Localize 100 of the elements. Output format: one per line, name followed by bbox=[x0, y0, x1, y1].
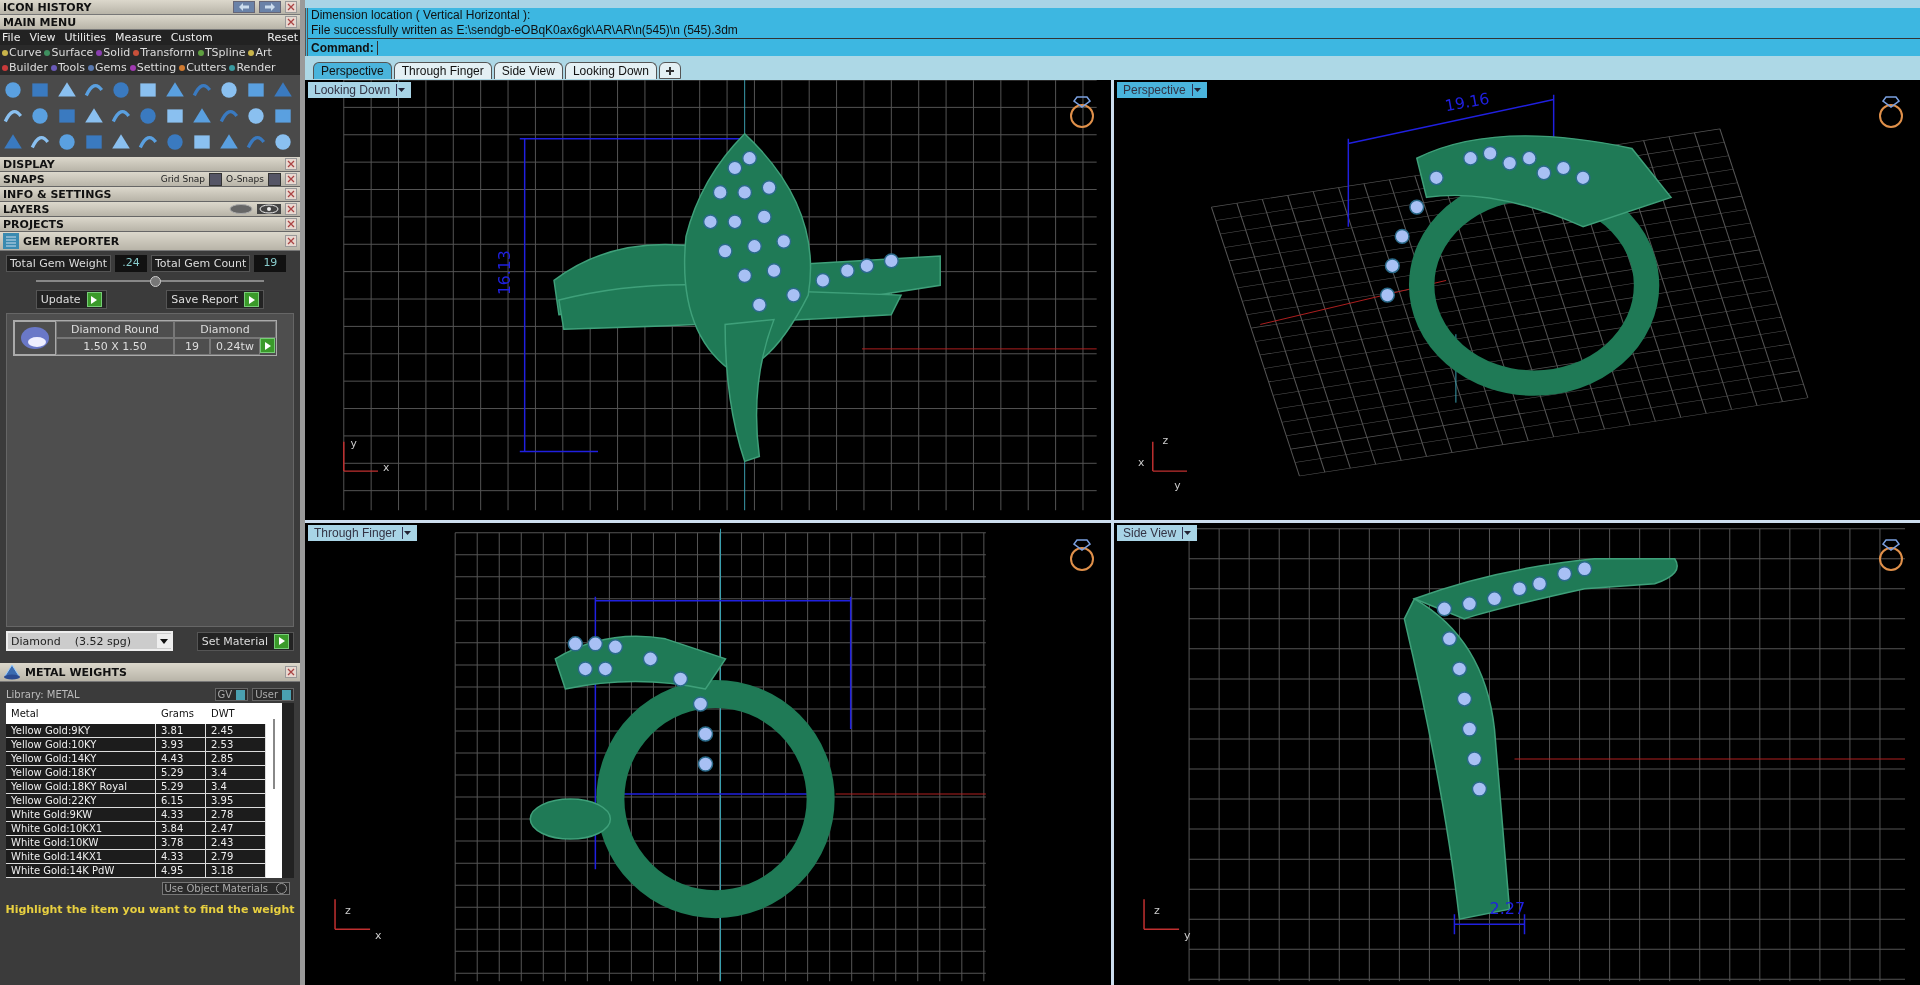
menu-item[interactable]: Utilities bbox=[64, 31, 106, 44]
category-item[interactable]: Gems bbox=[88, 61, 127, 74]
viewport-label[interactable]: Through Finger bbox=[308, 525, 418, 541]
splitter-handle[interactable] bbox=[150, 276, 161, 287]
toolbar-icon[interactable] bbox=[29, 105, 51, 127]
library-toggle[interactable]: GV bbox=[214, 688, 249, 701]
toolbar-icon[interactable] bbox=[110, 79, 132, 101]
viewport-canvas[interactable]: Through Finger z x bbox=[305, 523, 1111, 985]
close-button[interactable] bbox=[285, 203, 297, 215]
category-item[interactable]: Curve bbox=[2, 46, 42, 59]
eye-icon[interactable] bbox=[257, 204, 281, 214]
column-header: Grams bbox=[156, 703, 206, 724]
table-cell[interactable]: White Gold:14KX1 bbox=[6, 850, 156, 864]
panel-title: GEM REPORTER bbox=[23, 234, 121, 248]
view-tab[interactable]: Looking Down bbox=[564, 62, 657, 79]
table-cell: 3.84 bbox=[156, 822, 206, 836]
close-button[interactable] bbox=[285, 188, 297, 200]
viewport-label[interactable]: Looking Down bbox=[308, 82, 412, 98]
category-item[interactable]: Render bbox=[229, 61, 276, 74]
toolbar-icon[interactable] bbox=[56, 131, 78, 153]
report-button[interactable]: Update bbox=[35, 290, 107, 309]
toolbar-icon[interactable] bbox=[272, 131, 294, 153]
table-cell[interactable]: White Gold:10KW bbox=[6, 836, 156, 850]
library-toggle[interactable]: User bbox=[252, 688, 294, 701]
set-material-button[interactable]: Set Material bbox=[196, 631, 294, 651]
table-cell[interactable]: White Gold:9KW bbox=[6, 808, 156, 822]
command-label: Command: bbox=[311, 40, 378, 55]
menu-item[interactable]: Custom bbox=[170, 31, 213, 44]
table-cell[interactable]: Yellow Gold:9KY bbox=[6, 724, 156, 738]
toolbar-icon[interactable] bbox=[2, 79, 24, 101]
scale-icon bbox=[3, 664, 21, 680]
close-button[interactable] bbox=[285, 158, 297, 170]
viewport-label[interactable]: Perspective bbox=[1117, 82, 1207, 98]
category-item[interactable]: Surface bbox=[44, 46, 94, 59]
go-button[interactable] bbox=[260, 338, 275, 353]
menu-item[interactable]: Measure bbox=[114, 31, 162, 44]
scrollbar-thumb[interactable] bbox=[273, 719, 275, 789]
table-cell[interactable]: Yellow Gold:10KY bbox=[6, 738, 156, 752]
viewport-canvas[interactable]: Perspective 19.16 z x y bbox=[1114, 80, 1920, 520]
section-title: INFO & SETTINGS bbox=[3, 187, 113, 201]
toolbar-icon[interactable] bbox=[218, 79, 240, 101]
snap-toggle[interactable] bbox=[209, 172, 223, 186]
reset-menu-item[interactable]: Reset bbox=[267, 31, 298, 44]
stat-value: 19 bbox=[254, 255, 287, 272]
table-cell: 5.29 bbox=[156, 766, 206, 780]
material-dropdown[interactable]: Diamond (3.52 spg) bbox=[6, 631, 173, 651]
category-item[interactable]: Builder bbox=[2, 61, 48, 74]
table-cell: 6.15 bbox=[156, 794, 206, 808]
category-item[interactable]: Transform bbox=[133, 46, 195, 59]
menu-item[interactable]: File bbox=[2, 31, 21, 44]
report-button[interactable]: Save Report bbox=[166, 290, 265, 309]
menu-item[interactable]: View bbox=[29, 31, 56, 44]
viewport-canvas[interactable]: Looking Down 16.13 y x bbox=[305, 80, 1111, 520]
toolbar-icon[interactable] bbox=[137, 105, 159, 127]
view-tab[interactable]: Perspective bbox=[313, 62, 392, 79]
close-button[interactable] bbox=[285, 666, 297, 678]
view-tab[interactable]: Through Finger bbox=[393, 62, 492, 79]
caret-icon bbox=[1191, 84, 1201, 96]
table-cell[interactable]: Yellow Gold:22KY bbox=[6, 794, 156, 808]
close-button[interactable] bbox=[285, 235, 297, 247]
table-cell[interactable]: Yellow Gold:18KY bbox=[6, 766, 156, 780]
table-cell: 3.4 bbox=[206, 766, 266, 780]
close-button[interactable] bbox=[285, 1, 297, 13]
hint-text: Highlight the item you want to find the weight bbox=[4, 902, 296, 918]
category-item[interactable]: TSpline bbox=[197, 46, 246, 59]
close-button[interactable] bbox=[285, 173, 297, 185]
category-item[interactable]: Art bbox=[248, 46, 272, 59]
report-icon bbox=[3, 233, 19, 249]
caret-icon bbox=[1182, 527, 1192, 539]
viewport-canvas[interactable]: Side View z 2.27 y bbox=[1114, 523, 1920, 985]
table-cell: 2.45 bbox=[206, 724, 266, 738]
back-button[interactable] bbox=[233, 1, 255, 13]
close-icon bbox=[287, 220, 295, 228]
section-title: SNAPS bbox=[3, 172, 46, 186]
close-button[interactable] bbox=[285, 218, 297, 230]
play-icon bbox=[264, 341, 271, 350]
forward-button[interactable] bbox=[259, 1, 281, 13]
use-object-materials-toggle[interactable]: Use Object Materials bbox=[161, 882, 290, 895]
viewport-label[interactable]: Side View bbox=[1117, 525, 1198, 541]
toolbar-icon[interactable] bbox=[245, 105, 267, 127]
category-item[interactable]: Solid bbox=[96, 46, 131, 59]
dimension-value: 16.13 bbox=[495, 250, 514, 296]
table-cell[interactable]: White Gold:10KX1 bbox=[6, 822, 156, 836]
table-cell[interactable]: Yellow Gold:14KY bbox=[6, 752, 156, 766]
table-cell[interactable]: White Gold:14K PdW bbox=[6, 864, 156, 878]
view-tab[interactable]: Side View bbox=[493, 62, 563, 79]
toolbar-icon[interactable] bbox=[164, 131, 186, 153]
category-item[interactable]: Setting bbox=[129, 61, 177, 74]
snap-toggle[interactable] bbox=[268, 172, 281, 186]
table-cell[interactable]: Yellow Gold:18KY Royal bbox=[6, 780, 156, 794]
close-icon bbox=[287, 205, 295, 213]
close-button[interactable] bbox=[285, 16, 297, 28]
panel-title: METAL WEIGHTS bbox=[25, 665, 128, 679]
axis-indicator-icon bbox=[334, 898, 371, 930]
oval-icon[interactable] bbox=[229, 204, 253, 214]
axis-label: z bbox=[1162, 433, 1169, 447]
table-cell: 3.78 bbox=[156, 836, 206, 850]
category-item[interactable]: Cutters bbox=[179, 61, 227, 74]
category-item[interactable]: Tools bbox=[50, 61, 85, 74]
add-tab-button[interactable] bbox=[658, 62, 681, 79]
